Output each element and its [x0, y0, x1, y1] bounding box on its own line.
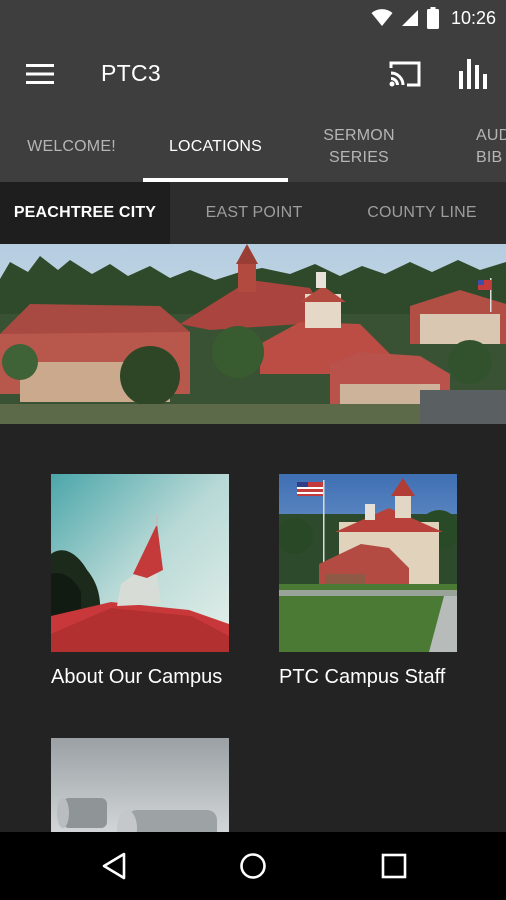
app-screen: 10:26 PTC3 WELCOME! LOCATIONS SERMON SER…	[0, 0, 506, 900]
cast-button[interactable]	[384, 54, 426, 94]
recents-icon	[381, 853, 407, 879]
card-label: PTC Campus Staff	[279, 666, 446, 688]
system-nav-bar	[0, 832, 506, 900]
back-icon	[102, 852, 126, 880]
campus-staff-thumbnail	[279, 474, 457, 652]
status-icons: 10:26	[371, 6, 496, 30]
app-title: PTC3	[101, 60, 161, 86]
wifi-icon	[371, 9, 393, 26]
back-button[interactable]	[84, 844, 144, 888]
cast-icon	[389, 61, 421, 87]
tab-east-point[interactable]: EAST POINT	[170, 182, 338, 244]
tab-county-line[interactable]: COUNTY LINE	[338, 182, 506, 244]
menu-icon	[26, 64, 54, 84]
recents-button[interactable]	[364, 844, 424, 888]
app-bar: PTC3	[0, 36, 506, 112]
tab-locations[interactable]: LOCATIONS	[143, 112, 288, 182]
tab-sermon-series[interactable]: SERMON SERIES	[288, 112, 430, 182]
tab-audio-bible[interactable]: AUD BIB	[462, 112, 506, 182]
signal-icon	[401, 10, 418, 26]
card-label: About Our Campus	[51, 666, 223, 688]
stats-button[interactable]	[452, 54, 494, 94]
stats-icon	[459, 59, 487, 89]
menu-button[interactable]	[20, 56, 60, 92]
status-bar: 10:26	[0, 0, 506, 36]
main-tabs: WELCOME! LOCATIONS SERMON SERIES AUD BIB	[0, 112, 506, 182]
card-ptc-campus-staff[interactable]: PTC Campus Staff	[279, 474, 457, 688]
location-tabs: PEACHTREE CITY EAST POINT COUNTY LINE	[0, 182, 506, 244]
tab-peachtree-city[interactable]: PEACHTREE CITY	[0, 182, 170, 244]
campus-steeple-thumbnail	[51, 474, 229, 652]
battery-icon	[426, 7, 439, 29]
tab-welcome[interactable]: WELCOME!	[0, 112, 143, 182]
campus-hero-image	[0, 244, 506, 424]
home-button[interactable]	[223, 844, 283, 888]
home-icon	[240, 853, 266, 879]
card-about-our-campus[interactable]: About Our Campus	[51, 474, 229, 688]
status-time: 10:26	[450, 7, 496, 28]
